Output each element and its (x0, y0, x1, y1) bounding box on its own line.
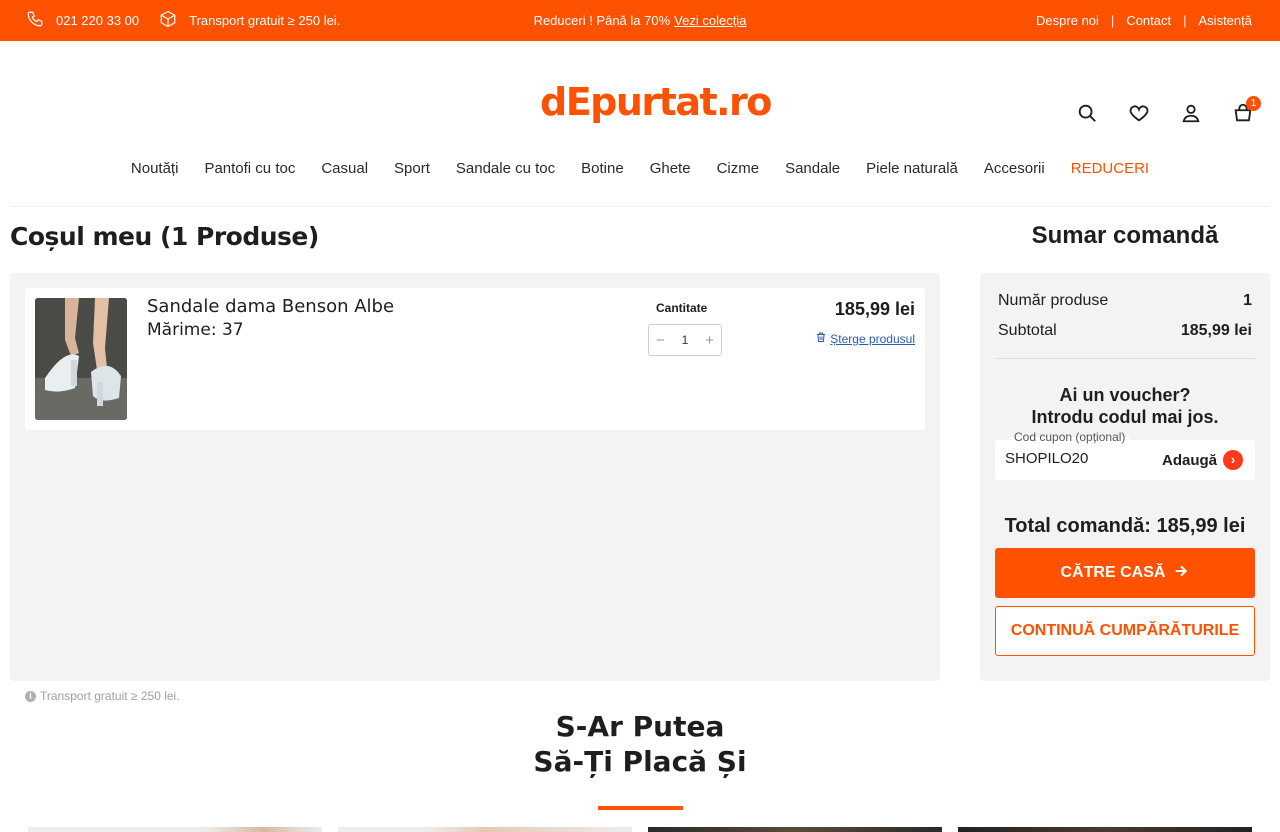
box-icon (159, 10, 177, 31)
subtotal-row: Subtotal 185,99 lei (998, 322, 1252, 340)
nav-item-casual[interactable]: Casual (321, 160, 368, 177)
cart-count-badge: 1 (1246, 96, 1261, 111)
about-link[interactable]: Despre noi (1036, 13, 1099, 28)
shipping-note: i Transport gratuit ≥ 250 lei. (25, 689, 180, 703)
suggested-product-image[interactable] (28, 827, 322, 832)
heart-icon[interactable] (1128, 102, 1150, 124)
checkout-label: CĂTRE CASĂ (1060, 564, 1166, 581)
header-actions: 1 (1076, 96, 1261, 124)
nav-item-reduceri[interactable]: REDUCERI (1071, 160, 1149, 177)
nav-item-accesorii[interactable]: Accesorii (984, 160, 1045, 177)
voucher-heading-line1: Ai un voucher? (1059, 385, 1191, 405)
product-price: 185,99 lei (834, 299, 915, 319)
add-coupon-label: Adaugă (1161, 451, 1217, 469)
chevron-right-icon: › (1223, 450, 1243, 470)
cart-panel: Sandale dama Benson Albe Mărime: 37 Cant… (10, 273, 940, 681)
coupon-field: Adaugă › (995, 440, 1255, 480)
separator: | (1183, 13, 1187, 28)
products-count-label: Număr produse (998, 292, 1109, 309)
suggested-product-image[interactable] (958, 827, 1252, 832)
nav-item-sandale-cu-toc[interactable]: Sandale cu toc (456, 160, 555, 177)
top-bar-contact: 021 220 33 00 Transport gratuit ≥ 250 le… (26, 0, 352, 41)
phone-link[interactable]: 021 220 33 00 (26, 10, 139, 31)
suggestions-grid (28, 827, 1252, 832)
contact-link[interactable]: Contact (1126, 13, 1171, 28)
main-nav: Noutăți Pantofi cu toc Casual Sport Sand… (0, 160, 1280, 177)
suggestions-title-line1: S-Ar Putea (555, 710, 725, 743)
support-link[interactable]: Asistență (1199, 13, 1252, 28)
nav-item-piele-naturala[interactable]: Piele naturală (866, 160, 958, 177)
phone-icon (26, 10, 44, 31)
search-icon[interactable] (1076, 102, 1098, 124)
voucher-heading-line2: Introdu codul mai jos. (1031, 407, 1219, 427)
quantity-value[interactable]: 1 (682, 333, 689, 347)
promo-text: Reduceri ! Până la 70% (533, 13, 671, 28)
info-icon: i (25, 690, 36, 702)
shipping-text: Transport gratuit ≥ 250 lei. (189, 13, 341, 28)
order-summary-panel: Număr produse 1 Subtotal 185,99 lei Ai u… (980, 273, 1270, 681)
user-icon[interactable] (1180, 102, 1202, 124)
continue-shopping-label: CONTINUĂ CUMPĂRĂTURILE (1010, 622, 1240, 639)
nav-item-sandale[interactable]: Sandale (785, 160, 840, 177)
shipping-note-text: Transport gratuit ≥ 250 lei. (40, 689, 180, 703)
nav-divider (10, 206, 1270, 207)
shipping-info: Transport gratuit ≥ 250 lei. (159, 10, 340, 31)
add-coupon-button[interactable]: Adaugă › (1162, 450, 1243, 470)
subtotal-value: 185,99 lei (1180, 322, 1252, 339)
cart-item: Sandale dama Benson Albe Mărime: 37 Cant… (25, 288, 925, 430)
site-logo[interactable]: dEpurtat.ro (540, 80, 772, 124)
coupon-label: Cod cupon (opțional) (1010, 430, 1130, 444)
suggested-product-image[interactable] (648, 827, 942, 832)
remove-product-link[interactable]: Șterge produsul (815, 331, 915, 346)
cart-icon[interactable]: 1 (1232, 96, 1261, 124)
products-count-value: 1 (1243, 292, 1252, 309)
suggested-product-image[interactable] (338, 827, 632, 832)
suggestions-title: S-Ar Putea Să-Ți Placă Și (0, 709, 1280, 779)
nav-item-cizme[interactable]: Cizme (717, 160, 760, 177)
top-links: Despre noi | Contact | Asistență (1036, 0, 1252, 41)
coupon-input[interactable] (1005, 450, 1145, 467)
product-image[interactable] (35, 298, 127, 420)
products-count-row: Număr produse 1 (998, 292, 1252, 310)
product-size: Mărime: 37 (147, 320, 244, 340)
quantity-stepper: − 1 + (648, 324, 722, 356)
nav-item-pantofi-cu-toc[interactable]: Pantofi cu toc (204, 160, 295, 177)
separator: | (1110, 13, 1115, 28)
quantity-label: Cantitate (656, 301, 708, 315)
top-bar: 021 220 33 00 Transport gratuit ≥ 250 le… (0, 0, 1280, 41)
summary-title: Sumar comandă (1031, 222, 1219, 249)
nav-item-sport[interactable]: Sport (394, 160, 430, 177)
nav-item-botine[interactable]: Botine (581, 160, 624, 177)
increase-quantity-button[interactable]: + (705, 332, 714, 349)
phone-number: 021 220 33 00 (56, 13, 140, 28)
cart-title: Coșul meu (1 Produse) (10, 222, 319, 251)
continue-shopping-button[interactable]: CONTINUĂ CUMPĂRĂTURILE (995, 606, 1255, 656)
subtotal-label: Subtotal (998, 322, 1057, 339)
arrow-right-icon (1173, 563, 1189, 584)
decrease-quantity-button[interactable]: − (656, 332, 665, 349)
checkout-button[interactable]: CĂTRE CASĂ (995, 548, 1255, 598)
order-total: Total comandă: 185,99 lei (1004, 515, 1246, 537)
nav-item-ghete[interactable]: Ghete (650, 160, 691, 177)
product-name[interactable]: Sandale dama Benson Albe (147, 296, 394, 317)
summary-divider (995, 358, 1255, 359)
suggestions-title-line2: Să-Ți Placă Și (533, 745, 747, 778)
nav-item-noutati[interactable]: Noutăți (131, 160, 179, 177)
remove-product-label: Șterge produsul (830, 331, 915, 346)
promo-link[interactable]: Vezi colecția (674, 13, 746, 28)
suggestions-underline (598, 806, 683, 810)
trash-icon (815, 331, 827, 346)
voucher-heading: Ai un voucher? Introdu codul mai jos. (980, 384, 1270, 428)
